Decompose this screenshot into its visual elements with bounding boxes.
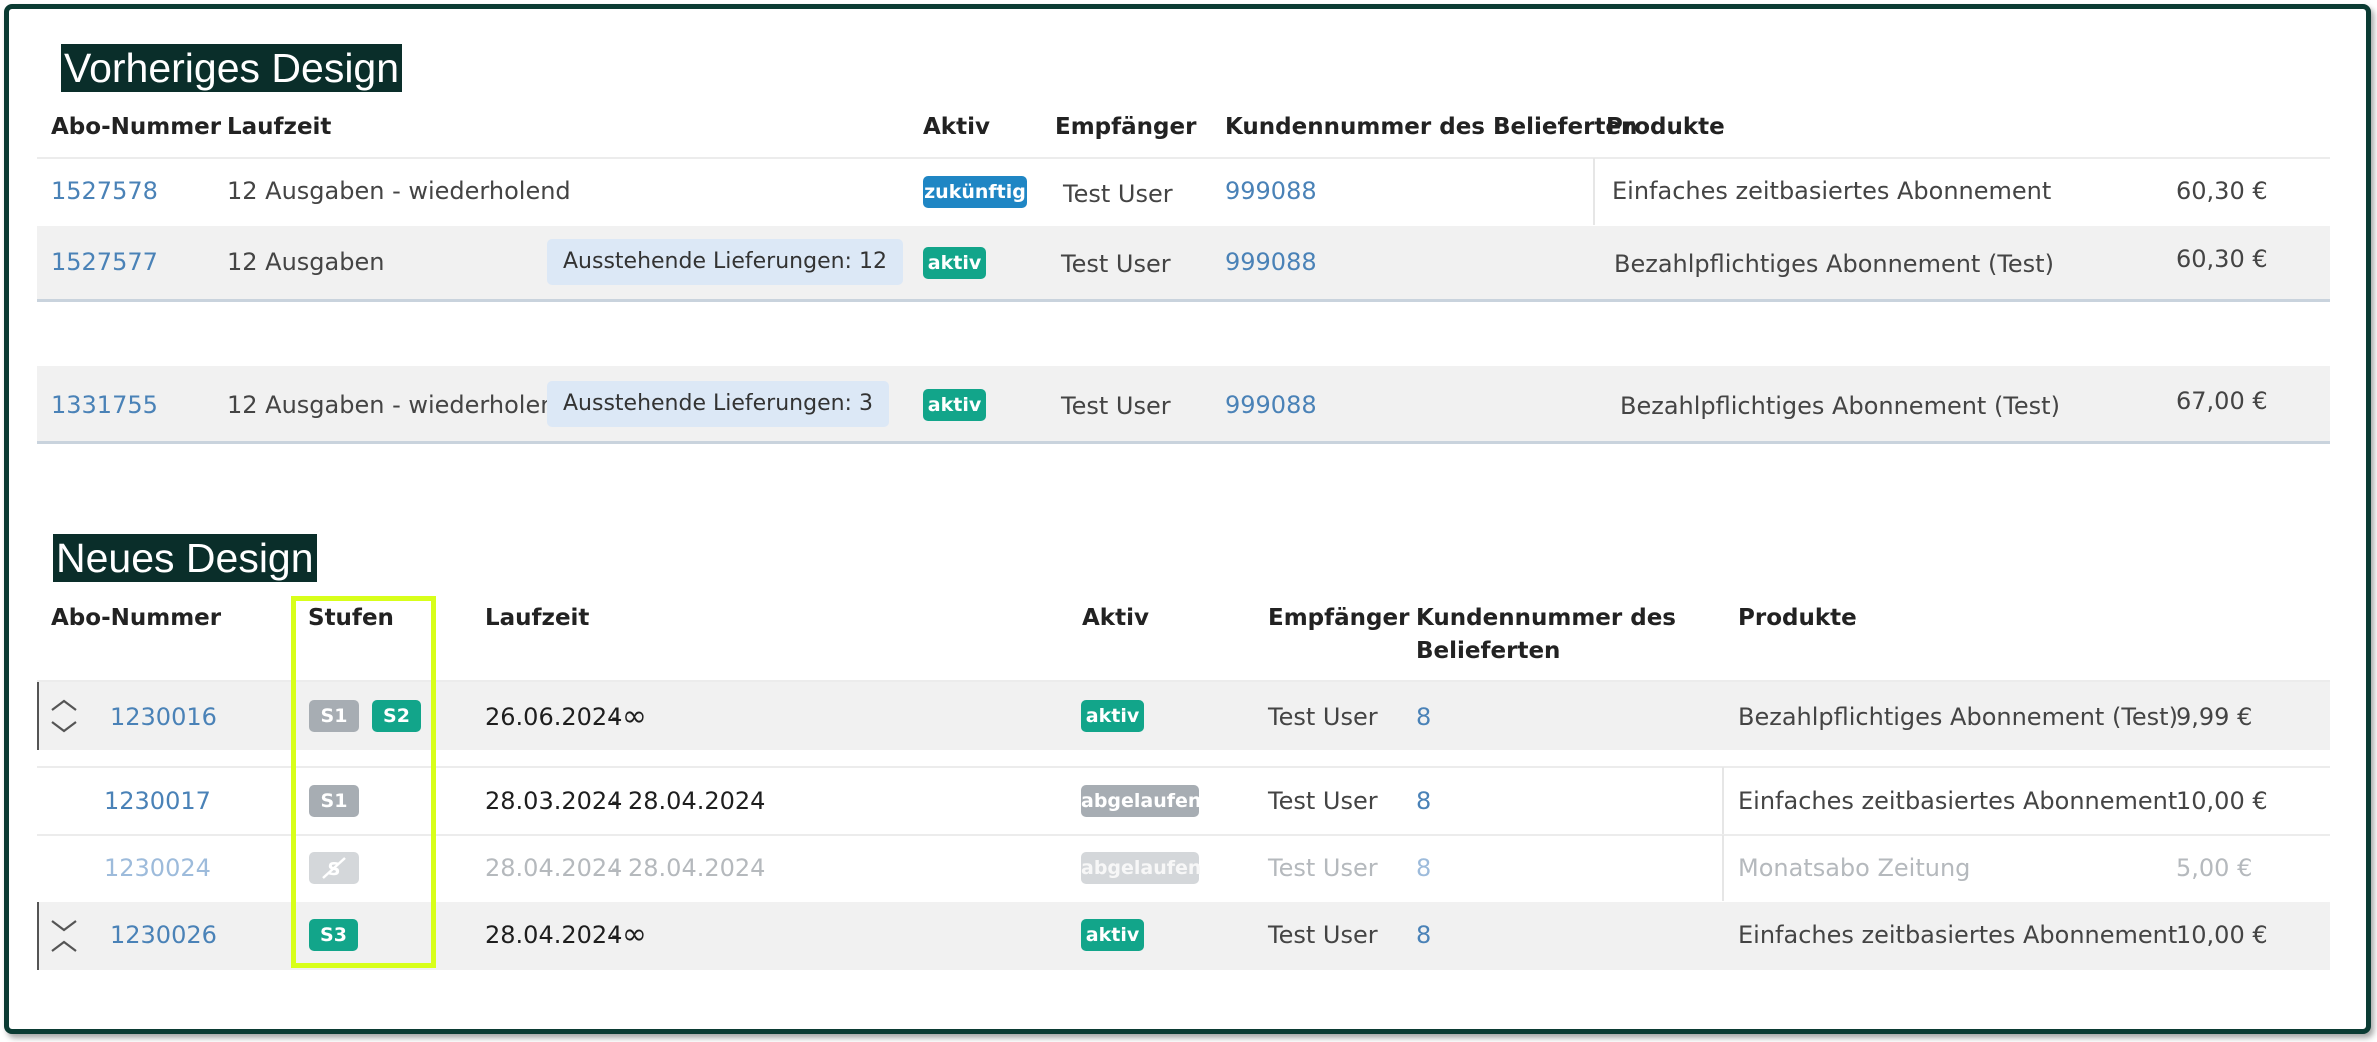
product-text: Einfaches zeitbasiertes Abonnement [1612,177,2052,205]
recipient-text: Test User [1268,703,1378,731]
cell-divider [1722,767,1724,834]
product-text: Bezahlpflichtiges Abonnement (Test) [1738,703,2178,731]
chevron-up-down-icon[interactable] [50,698,78,734]
col-header-kundennummer[interactable]: Kundennummer des Belieferten [1225,114,1637,140]
product-text: Einfaches zeitbasiertes Abonnement [1738,921,2178,949]
price-text: 9,99 € [2176,703,2253,731]
price-text: 5,00 € [2176,854,2253,882]
price-text: 60,30 € [2176,177,2268,205]
end-date-infinity: ∞ [622,699,647,734]
customer-number-link[interactable]: 8 [1416,703,1431,731]
status-badge-active: aktiv [923,247,986,279]
customer-number-link[interactable]: 999088 [1225,391,1317,419]
col-header-kundennummer-line1[interactable]: Kundennummer des [1416,605,1676,631]
new-design-heading: Neues Design [53,534,317,582]
col-header-aktiv[interactable]: Aktiv [1082,605,1149,631]
start-date: 28.04.2024 [485,854,623,882]
abo-number-link[interactable]: 1230024 [104,854,211,882]
old-design-heading: Vorheriges Design [61,44,403,92]
end-date-infinity: ∞ [622,917,647,952]
start-date: 28.04.2024 [485,921,623,949]
status-badge-future: zukünftig [923,176,1027,208]
status-badge-expired: abgelaufen [1081,785,1201,817]
col-header-laufzeit[interactable]: Laufzeit [485,605,589,631]
chevron-down-up-icon[interactable] [50,918,78,954]
abo-number-link[interactable]: 1230016 [110,703,217,731]
col-header-produkte[interactable]: Produkte [1606,114,1725,140]
abo-number-link[interactable]: 1331755 [51,391,158,419]
row-group-marker [37,902,39,970]
customer-number-link[interactable]: 999088 [1225,177,1317,205]
status-badge-active: aktiv [1081,919,1144,951]
recipient-text: Test User [1061,392,1171,420]
stages-column-highlight [291,596,436,968]
col-header-produkte[interactable]: Produkte [1738,605,1857,631]
group-divider [37,441,2330,444]
customer-number-link[interactable]: 8 [1416,921,1431,949]
col-header-kundennummer-line2[interactable]: Belieferten [1416,638,1560,664]
laufzeit-text: 12 Ausgaben - wiederholend [227,177,571,205]
col-header-abo-nummer[interactable]: Abo-Nummer [51,605,221,631]
status-badge-expired: abgelaufen [1081,852,1201,884]
product-text: Bezahlpflichtiges Abonnement (Test) [1614,250,2054,278]
col-header-laufzeit[interactable]: Laufzeit [227,114,331,140]
laufzeit-text: 12 Ausgaben [227,248,385,276]
price-text: 10,00 € [2176,787,2268,815]
recipient-text: Test User [1268,921,1378,949]
customer-number-link[interactable]: 8 [1416,854,1431,882]
start-date: 28.03.2024 [485,787,623,815]
col-header-empfaenger[interactable]: Empfänger [1268,605,1409,631]
abo-number-link[interactable]: 1230026 [110,921,217,949]
price-text: 67,00 € [2176,387,2268,415]
abo-number-link[interactable]: 1527578 [51,177,158,205]
end-date: 28.04.2024 [628,854,766,882]
product-text: Monatsabo Zeitung [1738,854,1971,882]
product-text: Einfaches zeitbasiertes Abonnement [1738,787,2178,815]
recipient-text: Test User [1268,787,1378,815]
abo-number-link[interactable]: 1230017 [104,787,211,815]
col-header-empfaenger[interactable]: Empfänger [1055,114,1196,140]
customer-number-link[interactable]: 8 [1416,787,1431,815]
status-badge-active: aktiv [923,389,986,421]
date-separator: - [611,921,620,949]
status-badge-active: aktiv [1081,700,1144,732]
product-text: Bezahlpflichtiges Abonnement (Test) [1620,392,2060,420]
group-divider [37,299,2330,302]
pending-deliveries-badge: Ausstehende Lieferungen: 3 [547,381,889,427]
abo-number-link[interactable]: 1527577 [51,248,158,276]
col-header-abo-nummer[interactable]: Abo-Nummer [51,114,221,140]
cell-divider [1593,158,1595,225]
recipient-text: Test User [1063,180,1173,208]
customer-number-link[interactable]: 999088 [1225,248,1317,276]
date-separator: - [611,703,620,731]
date-separator: - [611,854,620,882]
recipient-text: Test User [1061,250,1171,278]
start-date: 26.06.2024 [485,703,623,731]
price-text: 60,30 € [2176,245,2268,273]
recipient-text: Test User [1268,854,1378,882]
pending-deliveries-badge: Ausstehende Lieferungen: 12 [547,239,903,285]
cell-divider [1722,835,1724,901]
date-separator: - [611,787,620,815]
laufzeit-text: 12 Ausgaben - wiederholend [227,391,571,419]
col-header-aktiv[interactable]: Aktiv [923,114,990,140]
header-divider [37,157,2330,159]
price-text: 10,00 € [2176,921,2268,949]
end-date: 28.04.2024 [628,787,766,815]
row-group-marker [37,682,39,750]
